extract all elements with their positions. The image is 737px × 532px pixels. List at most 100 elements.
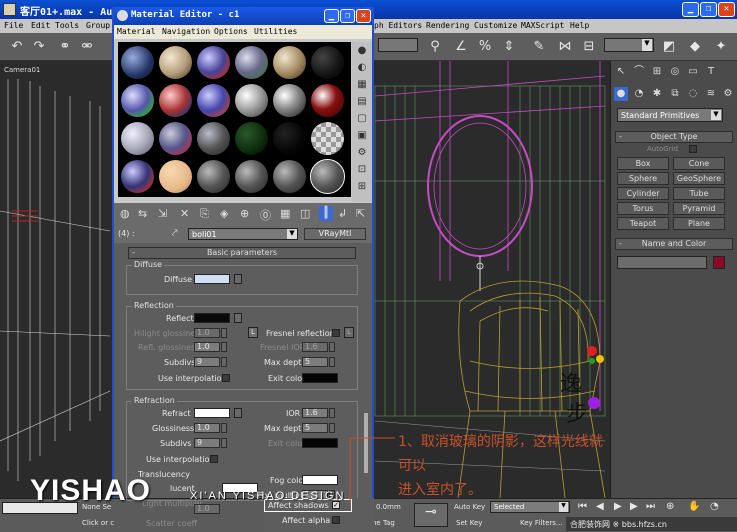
background-icon[interactable]: ▦ <box>355 79 369 92</box>
menu-maxscript[interactable]: MAXScript <box>521 21 564 30</box>
curve-editor-icon[interactable]: ◆ <box>686 38 704 56</box>
menu-help[interactable]: Help <box>570 21 589 30</box>
select-by-material-icon[interactable]: ⊡ <box>355 164 369 177</box>
layer-icon[interactable]: ◩ <box>660 38 678 56</box>
material-type-button[interactable]: VRayMtl <box>304 228 366 240</box>
diffuse-color-swatch[interactable] <box>194 274 230 284</box>
material-slot[interactable] <box>273 160 306 193</box>
options-icon[interactable]: ⚙ <box>355 147 369 160</box>
material-slots-grid[interactable] <box>118 42 351 197</box>
spinner-snap-icon[interactable]: ⇕ <box>500 38 518 56</box>
diffuse-map-button[interactable] <box>234 274 242 284</box>
geometry-icon[interactable]: ● <box>614 87 628 101</box>
reflect-map-button[interactable] <box>234 313 242 323</box>
medit-close-button[interactable]: ✕ <box>356 9 371 23</box>
material-slot[interactable] <box>121 46 154 79</box>
refl-subdivs-spinner[interactable] <box>221 357 227 367</box>
refl-glossiness-spinner[interactable] <box>221 342 227 352</box>
reflect-color-swatch[interactable] <box>194 313 230 323</box>
object-type-rollout[interactable]: - Object Type <box>615 131 733 143</box>
cylinder-button[interactable]: Cylinder <box>617 187 669 200</box>
reference-coord-dropdown[interactable] <box>378 38 418 52</box>
cone-button[interactable]: Cone <box>673 157 725 170</box>
mirror-icon[interactable]: ⋈ <box>556 38 574 56</box>
material-slot[interactable] <box>235 160 268 193</box>
hilight-lock-button[interactable]: L <box>248 327 258 338</box>
material-slot[interactable] <box>121 84 154 117</box>
uv-tiling-icon[interactable]: ▤ <box>355 96 369 109</box>
torus-button[interactable]: Torus <box>617 202 669 215</box>
refl-use-interpolation-checkbox[interactable] <box>222 374 230 382</box>
medit-menu-material[interactable]: Material <box>117 27 156 36</box>
material-name-input[interactable]: boli01 ▼ <box>188 228 298 240</box>
redo-icon[interactable]: ↷ <box>30 38 48 56</box>
prev-frame-icon[interactable]: ◀ <box>596 501 604 512</box>
pyramid-button[interactable]: Pyramid <box>673 202 725 215</box>
ior-spinner[interactable] <box>329 408 335 418</box>
material-slot[interactable] <box>310 159 345 194</box>
go-to-start-icon[interactable]: ⏮ <box>578 501 587 512</box>
pick-material-icon[interactable]: ⇱ <box>356 207 365 220</box>
material-slot[interactable] <box>235 46 268 79</box>
refr-subdivs-input[interactable]: 9 <box>194 438 220 448</box>
object-name-input[interactable] <box>617 256 707 269</box>
menu-edit[interactable]: Edit <box>31 21 50 30</box>
display-tab-icon[interactable]: ▭ <box>686 65 700 79</box>
affect-shadows-checkbox[interactable]: ✓ <box>332 501 340 509</box>
put-to-scene-icon[interactable]: ⇆ <box>138 207 147 220</box>
refl-exit-color-swatch[interactable] <box>302 373 338 383</box>
menu-tools[interactable]: Tools <box>55 21 79 30</box>
named-selection-dropdown[interactable]: ▼ <box>604 38 654 52</box>
make-unique-icon[interactable]: ◈ <box>220 207 228 220</box>
set-key-button[interactable]: Set Key <box>456 519 482 527</box>
go-to-end-icon[interactable]: ⏭ <box>646 501 655 512</box>
pick-material-from-object-icon[interactable]: ⤤ <box>172 228 178 239</box>
teapot-button[interactable]: Teapot <box>617 217 669 230</box>
material-slot[interactable] <box>273 122 306 155</box>
align-icon[interactable]: ⊟ <box>580 38 598 56</box>
material-slot[interactable] <box>311 46 344 79</box>
menu-group[interactable]: Group <box>86 21 110 30</box>
put-to-library-icon[interactable]: ⊕ <box>240 207 249 220</box>
medit-maximize-button[interactable]: ❐ <box>340 9 355 23</box>
material-slot[interactable] <box>159 84 192 117</box>
refl-max-depth-spinner[interactable] <box>329 357 335 367</box>
minimize-button[interactable]: ▁ <box>682 2 699 17</box>
plane-button[interactable]: Plane <box>673 217 725 230</box>
refr-use-interpolation-checkbox[interactable] <box>210 455 218 463</box>
cameras-icon[interactable]: ⧉ <box>668 87 682 101</box>
material-slot[interactable] <box>121 122 154 155</box>
sphere-button[interactable]: Sphere <box>617 172 669 185</box>
next-frame-icon[interactable]: ▶ <box>630 501 638 512</box>
medit-menu-options[interactable]: Options <box>214 27 248 36</box>
reset-map-icon[interactable]: ✕ <box>180 207 189 220</box>
refr-max-depth-input[interactable]: 5 <box>302 423 328 433</box>
backlight-icon[interactable]: ◐ <box>355 62 369 75</box>
maximize-button[interactable]: ❐ <box>700 2 717 17</box>
go-to-parent-icon[interactable]: ║ <box>319 206 333 221</box>
systems-icon[interactable]: ⚙ <box>721 87 735 101</box>
material-slot[interactable] <box>159 46 192 79</box>
fresnel-ior-input[interactable]: 1.6 <box>302 342 328 352</box>
material-slot[interactable] <box>273 84 306 117</box>
object-color-swatch[interactable] <box>713 256 725 269</box>
medit-menu-navigation[interactable]: Navigation <box>162 27 210 36</box>
modify-tab-icon[interactable]: ⌒ <box>632 65 646 79</box>
fresnel-reflections-checkbox[interactable] <box>332 329 340 337</box>
menu-file[interactable]: File <box>4 21 23 30</box>
fresnel-ior-spinner[interactable] <box>329 342 335 352</box>
video-color-icon[interactable]: ▢ <box>355 113 369 126</box>
refract-color-swatch[interactable] <box>194 408 230 418</box>
material-slot[interactable] <box>311 122 344 155</box>
fog-color-swatch[interactable] <box>302 475 338 485</box>
material-slot[interactable] <box>197 46 230 79</box>
ior-input[interactable]: 1.6 <box>302 408 328 418</box>
refr-max-depth-spinner[interactable] <box>329 423 335 433</box>
hilight-glossiness-input[interactable]: 1.0 <box>194 328 220 338</box>
fresnel-lock-button[interactable]: L <box>344 327 354 338</box>
show-map-icon[interactable]: ▦ <box>280 207 290 220</box>
box-button[interactable]: Box <box>617 157 669 170</box>
play-icon[interactable]: ▶ <box>614 501 622 512</box>
create-tab-icon[interactable]: ↖ <box>614 65 628 79</box>
zoom-icon[interactable]: ⊕ <box>666 501 674 512</box>
